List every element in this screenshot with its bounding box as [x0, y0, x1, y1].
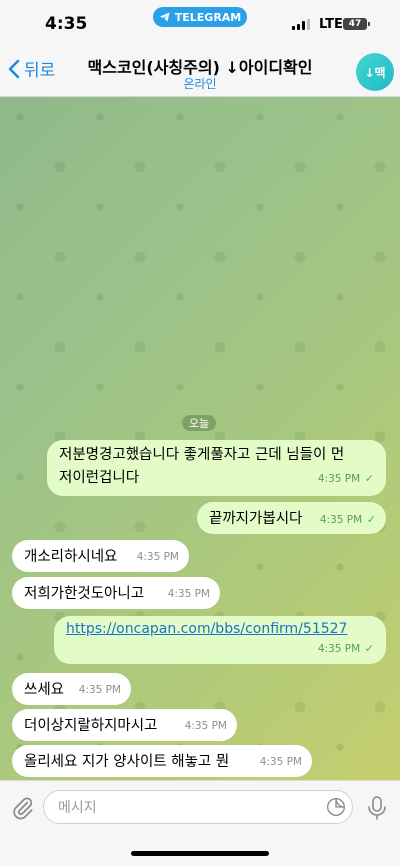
- battery-level: 47: [348, 19, 362, 29]
- back-button[interactable]: 뒤로: [8, 56, 55, 81]
- message-time: 4:35 PM: [317, 473, 361, 485]
- message-time: 4:35 PM: [184, 720, 227, 732]
- paperclip-icon[interactable]: [10, 795, 36, 821]
- microphone-icon[interactable]: [366, 795, 388, 821]
- message-time: 4:35 PM: [78, 684, 121, 696]
- status-bar: 4:35 TELEGRAM LTE 47: [0, 0, 400, 40]
- chat-header: 뒤로 맥스코인(사칭주의) ↓아이디확인 온라인 ↓맥: [0, 40, 400, 97]
- message-bubble-incoming[interactable]: 더이상지랄하지마시고 4:35 PM: [12, 709, 237, 741]
- telegram-pill-label: TELEGRAM: [174, 10, 242, 24]
- signal-icon: [292, 19, 310, 30]
- message-bubble-incoming[interactable]: 개소리하시네요 4:35 PM: [12, 540, 189, 572]
- paper-plane-icon: [159, 12, 170, 22]
- message-text: 저이런겁니다: [59, 470, 140, 486]
- chat-status: 온라인: [183, 77, 217, 91]
- home-indicator: [131, 851, 269, 856]
- message-text: 더이상지랄하지마시고: [24, 718, 158, 734]
- message-time: 4:35 PM: [259, 756, 302, 768]
- message-link[interactable]: https://oncapan.com/bbs/confirm/51527: [66, 618, 374, 641]
- message-bubble-outgoing[interactable]: 저분명경고했습니다 좋게풀자고 근데 님들이 먼 저이런겁니다 4:35 PM …: [47, 440, 386, 496]
- network-label: LTE: [319, 17, 343, 32]
- sticker-icon[interactable]: [326, 797, 346, 817]
- back-label: 뒤로: [24, 61, 56, 81]
- message-time: 4:35 PM: [167, 588, 210, 600]
- message-bubble-outgoing[interactable]: https://oncapan.com/bbs/confirm/51527 4:…: [54, 616, 386, 664]
- message-input[interactable]: [44, 791, 310, 825]
- message-time: 4:35 PM: [136, 551, 179, 563]
- message-time: 4:35 PM: [319, 514, 363, 526]
- telegram-pill[interactable]: TELEGRAM: [153, 7, 247, 27]
- battery-icon: 47: [343, 18, 370, 30]
- message-bubble-incoming[interactable]: 저희가한것도아니고 4:35 PM: [12, 577, 220, 609]
- message-text: 쓰세요: [24, 682, 65, 698]
- message-bubble-incoming[interactable]: 쓰세요 4:35 PM: [12, 673, 131, 705]
- message-field[interactable]: [43, 790, 353, 825]
- message-time: 4:35 PM: [317, 643, 361, 655]
- read-check-icon: ✓: [366, 513, 376, 526]
- message-text: 끝까지가봅시다: [209, 511, 303, 527]
- message-bubble-outgoing[interactable]: 끝까지가봅시다 4:35 PM ✓: [197, 502, 386, 534]
- chat-area[interactable]: 오늘 저분명경고했습니다 좋게풀자고 근데 님들이 먼 저이런겁니다 4:35 …: [0, 97, 400, 780]
- message-text: 저분명경고했습니다 좋게풀자고 근데 님들이 먼: [59, 447, 345, 463]
- message-text: 저희가한것도아니고: [24, 586, 145, 602]
- status-time: 4:35: [45, 14, 88, 34]
- message-bubble-incoming[interactable]: 올리세요 지가 양사이트 해놓고 뭔 4:35 PM: [12, 745, 312, 777]
- avatar[interactable]: ↓맥: [356, 53, 394, 91]
- date-divider: 오늘: [182, 415, 216, 431]
- message-text: 올리세요 지가 양사이트 해놓고 뭔: [24, 754, 230, 770]
- read-check-icon: ✓: [364, 472, 374, 485]
- message-text: 개소리하시네요: [24, 549, 118, 565]
- read-check-icon: ✓: [364, 642, 374, 655]
- chevron-left-icon: [8, 59, 20, 78]
